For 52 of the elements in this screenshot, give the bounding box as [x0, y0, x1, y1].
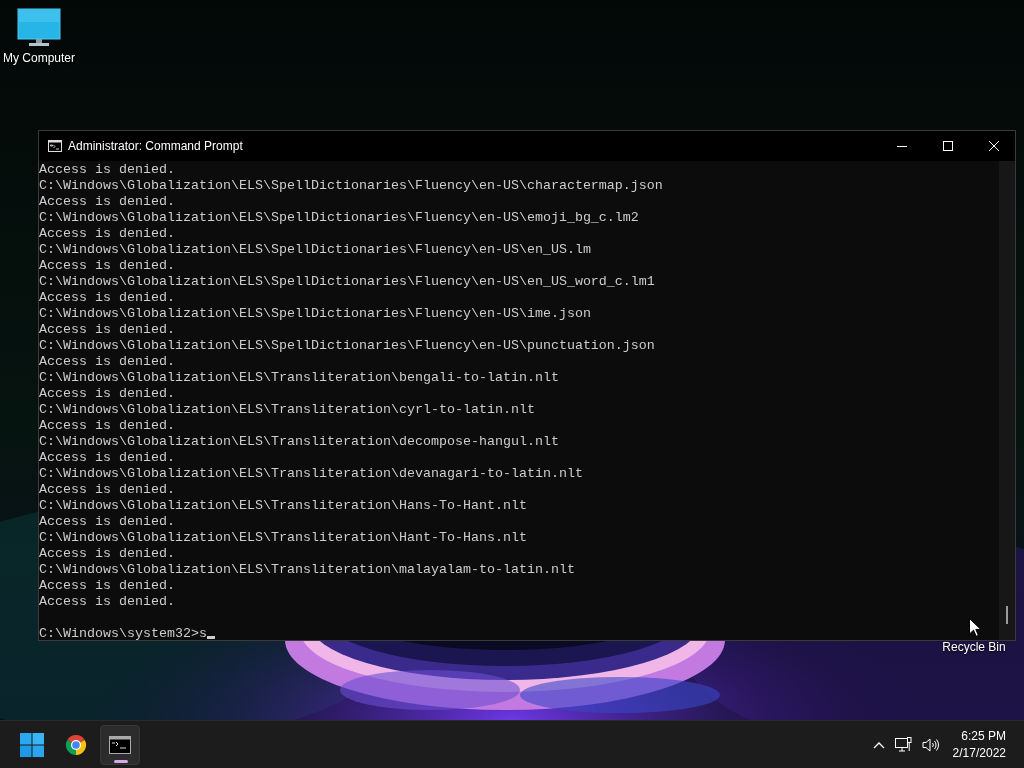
console-output-line: Access is denied.	[39, 258, 175, 274]
scrollbar[interactable]	[999, 161, 1015, 640]
console-output-line: C:\Windows\Globalization\ELS\Transliteration\Hant-To-Hans.nlt	[39, 530, 527, 546]
text-cursor	[206, 636, 215, 639]
desktop-icon-label[interactable]: Recycle Bin	[942, 640, 1006, 654]
minimize-icon	[896, 145, 907, 147]
console-output-line: C:\Windows\Globalization\ELS\SpellDictionaries\Fluency\en-US\emoji_bg_c.lm2	[39, 210, 639, 226]
clock-time: 6:25 PM	[961, 727, 1006, 745]
mouse-pointer-icon	[969, 618, 981, 637]
console-output-line: C:\Windows\Globalization\ELS\Transliteration\malayalam-to-latin.nlt	[39, 562, 575, 578]
volume-icon[interactable]	[921, 736, 939, 753]
window-title: Administrator: Command Prompt	[68, 139, 244, 153]
console-output-line: Access is denied.	[39, 482, 175, 498]
console-output-line: C:\Windows\Globalization\ELS\SpellDictionaries\Fluency\en-US\ime.json	[39, 306, 591, 322]
console-output-line: C:\Windows\Globalization\ELS\SpellDictionaries\Fluency\en-US\en_US_word_c.lm1	[39, 274, 655, 290]
console-output-line: Access is denied.	[39, 194, 175, 210]
clock[interactable]: 6:25 PM 2/17/2022	[952, 727, 1006, 762]
network-icon[interactable]	[894, 736, 912, 753]
maximize-icon	[942, 141, 953, 151]
console-output-line: C:\Windows\Globalization\ELS\Transliteration\devanagari-to-latin.nlt	[39, 466, 583, 482]
console-output-line: Access is denied.	[39, 450, 175, 466]
console-output-line: Access is denied.	[39, 418, 175, 434]
terminal-taskbar-button[interactable]	[100, 724, 140, 765]
console-output-line: Access is denied.	[39, 322, 175, 338]
console-output-line: Access is denied.	[39, 546, 175, 562]
console-icon	[109, 735, 131, 754]
console-output-line: Access is denied.	[39, 162, 175, 178]
scrollbar-thumb[interactable]	[1006, 606, 1008, 624]
active-indicator	[114, 759, 128, 763]
console-output-line: C:\Windows\Globalization\ELS\SpellDictionaries\Fluency\en-US\punctuation.json	[39, 338, 655, 354]
console-output-line: C:\Windows\Globalization\ELS\SpellDictionaries\Fluency\en-US\en_US.lm	[39, 242, 591, 258]
windows-logo-icon	[20, 732, 44, 757]
console-output-line: Access is denied.	[39, 594, 175, 610]
console-output-line: C:\Windows\Globalization\ELS\Transliteration\Hans-To-Hant.nlt	[39, 498, 527, 514]
browser-icon	[64, 732, 88, 757]
console-output-line: C:\Windows\Globalization\ELS\Transliteration\cyrl-to-latin.nlt	[39, 402, 535, 418]
console-output-line: C:\Windows\Globalization\ELS\Transliteration\decompose-hangul.nlt	[39, 434, 559, 450]
console-output-line: Access is denied.	[39, 354, 175, 370]
console-output-line: Access is denied.	[39, 226, 175, 242]
command-prompt-line[interactable]: C:\Windows\system32>s	[39, 626, 215, 642]
console-output-line: Access is denied.	[39, 514, 175, 530]
console-output-line: Access is denied.	[39, 578, 175, 594]
close-icon	[988, 141, 999, 151]
monitor-icon	[17, 8, 61, 48]
console-output-line: C:\Windows\Globalization\ELS\Transliteration\bengali-to-latin.nlt	[39, 370, 559, 386]
console-icon	[48, 140, 62, 152]
clock-date: 2/17/2022	[952, 744, 1006, 762]
console-output-line: Access is denied.	[39, 386, 175, 402]
desktop-icon-label[interactable]: My Computer	[3, 51, 75, 65]
console-output-line: Access is denied.	[39, 290, 175, 306]
chevron-up-icon[interactable]	[872, 740, 885, 749]
console-output-line: C:\Windows\Globalization\ELS\SpellDictionaries\Fluency\en-US\charactermap.json	[39, 178, 663, 194]
